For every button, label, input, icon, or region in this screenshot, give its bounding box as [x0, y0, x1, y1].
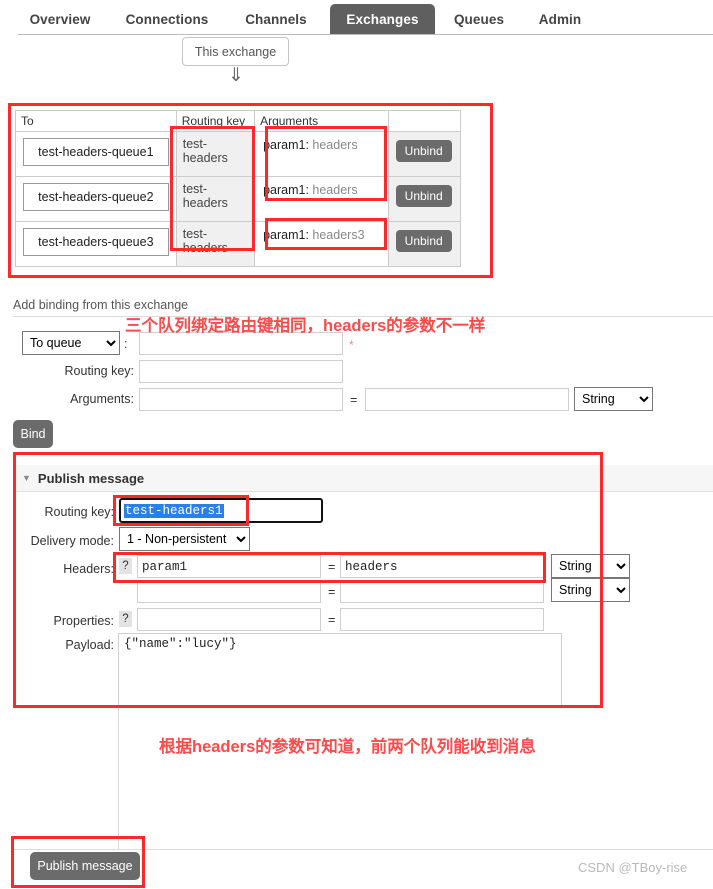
binding-to-cell: test-headers-queue2	[15, 176, 177, 222]
publish-header-type-select-1[interactable]: String	[551, 554, 630, 578]
nav-tab-channels[interactable]: Channels	[232, 4, 320, 34]
publish-header-key-input-2[interactable]	[137, 580, 321, 603]
binding-routing-key-cell: test-headers	[175, 131, 256, 177]
publish-message-button[interactable]: Publish message	[30, 852, 140, 880]
destination-colon: :	[124, 337, 128, 351]
footer-divider	[13, 849, 713, 850]
publish-payload-label: Payload:	[65, 638, 114, 652]
binding-argument-value: headers3	[312, 228, 365, 242]
binding-arguments-value-input[interactable]	[365, 388, 569, 411]
table-row: test-headers-queue1 test-headers param1:…	[15, 131, 462, 177]
nav-underline	[18, 34, 713, 35]
binding-argument: param1: headers	[255, 132, 388, 152]
binding-action-cell: Unbind	[387, 176, 462, 222]
binding-argument-value: headers	[312, 138, 358, 152]
nav-tab-connections[interactable]: Connections	[112, 4, 222, 34]
binding-arguments-label: Arguments:	[70, 392, 134, 406]
publish-header-value-input-1[interactable]	[340, 555, 544, 578]
binding-to-cell: test-headers-queue3	[15, 221, 177, 267]
binding-routing-key-text: test-headers	[182, 137, 228, 165]
subtab-this-exchange[interactable]: This exchange	[182, 37, 289, 66]
column-header-actions	[387, 110, 462, 132]
column-header-routing-key: Routing key	[175, 110, 256, 132]
headers-help-icon[interactable]: ?	[119, 558, 132, 574]
binding-routing-key-cell: test-headers	[175, 221, 256, 267]
queue-link[interactable]: test-headers-queue3	[23, 228, 169, 256]
binding-argument: param1: headers3	[255, 222, 388, 242]
bindings-table-header-row: To Routing key Arguments	[15, 110, 462, 132]
table-row: test-headers-queue3 test-headers param1:…	[15, 221, 462, 267]
binding-argument-key: param1:	[263, 228, 309, 242]
publish-header-type-select-2[interactable]: String	[551, 578, 630, 602]
binding-action-cell: Unbind	[387, 221, 462, 267]
publish-routing-key-value: test-headers1	[124, 504, 224, 518]
publish-payload-textarea[interactable]: {"name":"lucy"}	[118, 633, 562, 708]
binding-arguments-type-select[interactable]: String	[574, 387, 653, 411]
binding-routing-key-text: test-headers	[182, 227, 228, 255]
nav-tab-exchanges[interactable]: Exchanges	[330, 4, 435, 34]
binding-arguments-equals: =	[350, 393, 358, 407]
binding-arguments-cell: param1: headers	[254, 131, 389, 177]
column-header-arguments: Arguments	[254, 110, 389, 132]
publish-delivery-mode-label: Delivery mode:	[30, 534, 114, 548]
bindings-table: To Routing key Arguments test-headers-qu…	[15, 110, 462, 267]
binding-argument: param1: headers	[255, 177, 388, 197]
subtab-label: This exchange	[194, 44, 277, 59]
unbind-button[interactable]: Unbind	[395, 230, 452, 252]
publish-routing-key-label: Routing key:	[44, 505, 114, 519]
publish-panel-header[interactable]: ▼ Publish message	[13, 465, 713, 492]
header-equals-2: =	[328, 585, 336, 599]
layout-vertical-rule	[118, 708, 119, 849]
binding-routing-key-text: test-headers	[182, 182, 228, 210]
publish-properties-key-input[interactable]	[137, 608, 321, 631]
nav-tab-overview[interactable]: Overview	[18, 4, 102, 34]
double-down-arrow-icon: ⇓	[228, 65, 244, 86]
publish-headers-label: Headers:	[63, 562, 114, 576]
publish-properties-label: Properties:	[53, 614, 114, 628]
publish-delivery-mode-select[interactable]: 1 - Non-persistent	[119, 527, 250, 551]
annotation-note-top: 三个队列绑定路由键相同，headers的参数不一样	[125, 317, 486, 335]
binding-action-cell: Unbind	[387, 131, 462, 177]
nav-tab-queues[interactable]: Queues	[441, 4, 517, 34]
binding-arguments-cell: param1: headers	[254, 176, 389, 222]
nav-tab-admin[interactable]: Admin	[527, 4, 593, 34]
triangle-down-icon: ▼	[22, 473, 31, 483]
binding-destination-type-select[interactable]: To queue	[22, 331, 120, 355]
binding-routing-key-label: Routing key:	[64, 364, 134, 378]
main-navigation: Overview Connections Channels Exchanges …	[0, 0, 713, 36]
binding-arguments-key-input[interactable]	[139, 388, 343, 411]
queue-link[interactable]: test-headers-queue1	[23, 138, 169, 166]
properties-equals: =	[328, 613, 336, 627]
binding-argument-key: param1:	[263, 138, 309, 152]
binding-argument-key: param1:	[263, 183, 309, 197]
binding-routing-key-cell: test-headers	[175, 176, 256, 222]
publish-routing-key-input[interactable]: test-headers1	[119, 498, 323, 523]
binding-argument-value: headers	[312, 183, 358, 197]
binding-routing-key-input[interactable]	[139, 360, 343, 383]
annotation-note-bottom: 根据headers的参数可知道，前两个队列能收到消息	[159, 738, 536, 756]
add-binding-section-title: Add binding from this exchange	[13, 298, 189, 312]
table-row: test-headers-queue2 test-headers param1:…	[15, 176, 462, 222]
publish-header-key-input-1[interactable]	[137, 555, 321, 578]
unbind-button[interactable]: Unbind	[395, 185, 452, 207]
unbind-button[interactable]: Unbind	[395, 140, 452, 162]
queue-link[interactable]: test-headers-queue2	[23, 183, 169, 211]
properties-help-icon[interactable]: ?	[119, 611, 132, 627]
publish-properties-value-input[interactable]	[340, 608, 544, 631]
column-header-to: To	[15, 110, 177, 132]
bind-button[interactable]: Bind	[13, 420, 53, 448]
required-asterisk: *	[349, 338, 354, 352]
watermark: CSDN @TBoy-rise	[578, 860, 688, 875]
header-equals-1: =	[328, 560, 336, 574]
binding-to-cell: test-headers-queue1	[15, 131, 177, 177]
publish-header-value-input-2[interactable]	[340, 580, 544, 603]
binding-arguments-cell: param1: headers3	[254, 221, 389, 267]
publish-panel-title: Publish message	[37, 470, 145, 486]
